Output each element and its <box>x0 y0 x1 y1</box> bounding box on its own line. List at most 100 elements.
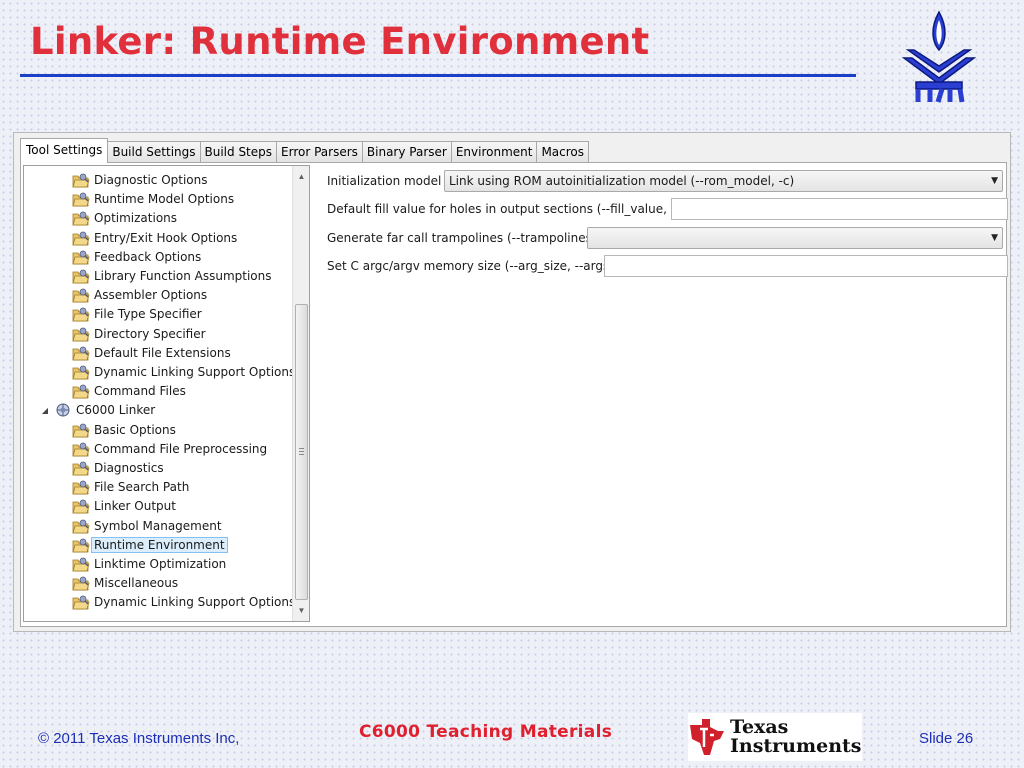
tree-item[interactable]: Linktime Optimization <box>72 555 226 573</box>
expand-triangle-icon[interactable]: ◢ <box>38 401 52 419</box>
tree-item[interactable]: Entry/Exit Hook Options <box>72 229 237 247</box>
tree-item[interactable]: Command Files <box>72 382 186 400</box>
copyright-text: © 2011 Texas Instruments Inc, <box>38 730 240 747</box>
tab-binary-parser[interactable]: Binary Parser <box>361 141 452 163</box>
arg-size-label: Set C argc/argv memory size (--arg_size,… <box>327 259 614 273</box>
scrollbar-thumb[interactable] <box>295 304 308 600</box>
tree-item[interactable]: Miscellaneous <box>72 574 178 592</box>
options-folder-icon <box>72 459 90 477</box>
settings-tree[interactable]: Diagnostic Options Runtime Model Options O… <box>23 165 310 622</box>
tree-item[interactable]: Basic Options <box>72 421 176 439</box>
tab-content: Diagnostic Options Runtime Model Options O… <box>20 162 1008 627</box>
university-logo-icon <box>902 10 976 103</box>
init-model-label: Initialization model <box>327 174 442 188</box>
tree-item-label: Dynamic Linking Support Options <box>94 595 296 610</box>
options-folder-icon <box>72 209 90 227</box>
options-folder-icon <box>72 478 90 496</box>
options-folder-icon <box>72 517 90 535</box>
texas-instruments-logo: Texas Instruments <box>688 713 862 761</box>
fill-value-label: Default fill value for holes in output s… <box>327 202 684 216</box>
init-model-select[interactable]: Link using ROM autoinitialization model … <box>444 170 1003 192</box>
tab-environment[interactable]: Environment <box>450 141 538 163</box>
tree-item-label: Command Files <box>94 384 186 399</box>
tree-item-label: File Type Specifier <box>94 307 202 322</box>
tree-item-label: Library Function Assumptions <box>94 269 272 283</box>
tree-item[interactable]: Runtime Environment <box>72 536 228 554</box>
tree-item[interactable]: Feedback Options <box>72 248 201 266</box>
tab-error-parsers[interactable]: Error Parsers <box>276 141 363 163</box>
options-folder-icon <box>72 382 90 400</box>
ti-logo-line2: Instruments <box>730 735 862 757</box>
options-folder-icon <box>72 305 90 323</box>
options-folder-icon <box>72 593 90 611</box>
tree-item[interactable]: File Search Path <box>72 478 189 496</box>
tree-item[interactable]: Diagnostic Options <box>72 171 208 189</box>
tree-item-label: Feedback Options <box>94 249 202 264</box>
tree-item-label: Runtime Environment <box>91 536 228 553</box>
slide-number: Slide 26 <box>919 730 974 747</box>
options-folder-icon <box>72 190 90 208</box>
ti-logo-icon <box>690 719 724 755</box>
tree-item-label: Default File Extensions <box>94 345 231 360</box>
tree-item[interactable]: Diagnostics <box>72 459 164 477</box>
tab-macros[interactable]: Macros <box>536 141 590 163</box>
tree-item[interactable]: Dynamic Linking Support Options <box>72 593 295 611</box>
tab-build-steps[interactable]: Build Steps <box>199 141 278 163</box>
chevron-down-icon: ▼ <box>991 233 998 243</box>
tree-item[interactable]: Optimizations <box>72 209 177 227</box>
tree-item[interactable]: Symbol Management <box>72 517 222 535</box>
options-folder-icon <box>72 248 90 266</box>
scroll-down-arrow-icon[interactable]: ▼ <box>293 602 309 619</box>
tree-item-label: Directory Specifier <box>94 326 206 341</box>
options-folder-icon <box>72 363 90 381</box>
tree-item-label: C6000 Linker <box>76 403 156 418</box>
tab-bar: Tool Settings Build Settings Build Steps… <box>20 137 590 163</box>
tree-item[interactable]: Runtime Model Options <box>72 190 234 208</box>
tree-item-label: Diagnostics <box>94 461 164 475</box>
tree-item-label: Command File Preprocessing <box>94 441 268 456</box>
init-model-value: Link using ROM autoinitialization model … <box>449 174 795 188</box>
trampolines-select[interactable]: ▼ <box>587 227 1003 249</box>
tree-item-label: Miscellaneous <box>94 576 179 591</box>
tab-build-settings[interactable]: Build Settings <box>107 141 201 163</box>
tree-item[interactable]: File Type Specifier <box>72 305 202 323</box>
fill-value-input[interactable] <box>671 198 1008 220</box>
tree-item[interactable]: ◢ C6000 Linker <box>38 401 155 419</box>
properties-dialog: Tool Settings Build Settings Build Steps… <box>13 132 1011 632</box>
options-folder-icon <box>72 344 90 362</box>
trampolines-label: Generate far call trampolines (--trampol… <box>327 231 597 245</box>
arg-size-input[interactable] <box>604 255 1008 277</box>
options-folder-icon <box>72 497 90 515</box>
tree-item[interactable]: Assembler Options <box>72 286 207 304</box>
options-folder-icon <box>72 536 90 554</box>
tree-item-label: Assembler Options <box>94 288 208 303</box>
tree-item-label: Linktime Optimization <box>94 557 227 571</box>
tree-item-label: Entry/Exit Hook Options <box>94 230 238 245</box>
tree-item-label: Runtime Model Options <box>94 192 235 207</box>
options-folder-icon <box>72 440 90 458</box>
tree-item[interactable]: Command File Preprocessing <box>72 440 267 458</box>
tree-item[interactable]: Linker Output <box>72 497 176 515</box>
options-folder-icon <box>72 267 90 285</box>
tree-item-label: Basic Options <box>94 422 176 437</box>
tree-item-label: Symbol Management <box>94 518 222 533</box>
options-folder-icon <box>72 229 90 247</box>
slide-title: Linker: Runtime Environment <box>30 20 650 63</box>
options-folder-icon <box>72 421 90 439</box>
tree-item[interactable]: Dynamic Linking Support Options <box>72 363 295 381</box>
scroll-up-arrow-icon[interactable]: ▲ <box>293 168 309 185</box>
tree-item[interactable]: Library Function Assumptions <box>72 267 272 285</box>
tree-item[interactable]: Default File Extensions <box>72 344 231 362</box>
chevron-down-icon: ▼ <box>991 176 998 186</box>
options-folder-icon <box>72 574 90 592</box>
tree-item-label: Optimizations <box>94 211 178 226</box>
linker-tool-icon <box>54 401 72 419</box>
tree-item-label: Linker Output <box>94 499 176 514</box>
tree-scrollbar[interactable]: ▲ ▼ <box>292 166 309 621</box>
tab-tool-settings[interactable]: Tool Settings <box>20 138 109 163</box>
tree-item-label: File Search Path <box>94 480 190 495</box>
options-folder-icon <box>72 555 90 573</box>
tree-item-label: Diagnostic Options <box>94 173 208 187</box>
tree-item-label: Dynamic Linking Support Options <box>94 365 296 379</box>
tree-item[interactable]: Directory Specifier <box>72 325 206 343</box>
